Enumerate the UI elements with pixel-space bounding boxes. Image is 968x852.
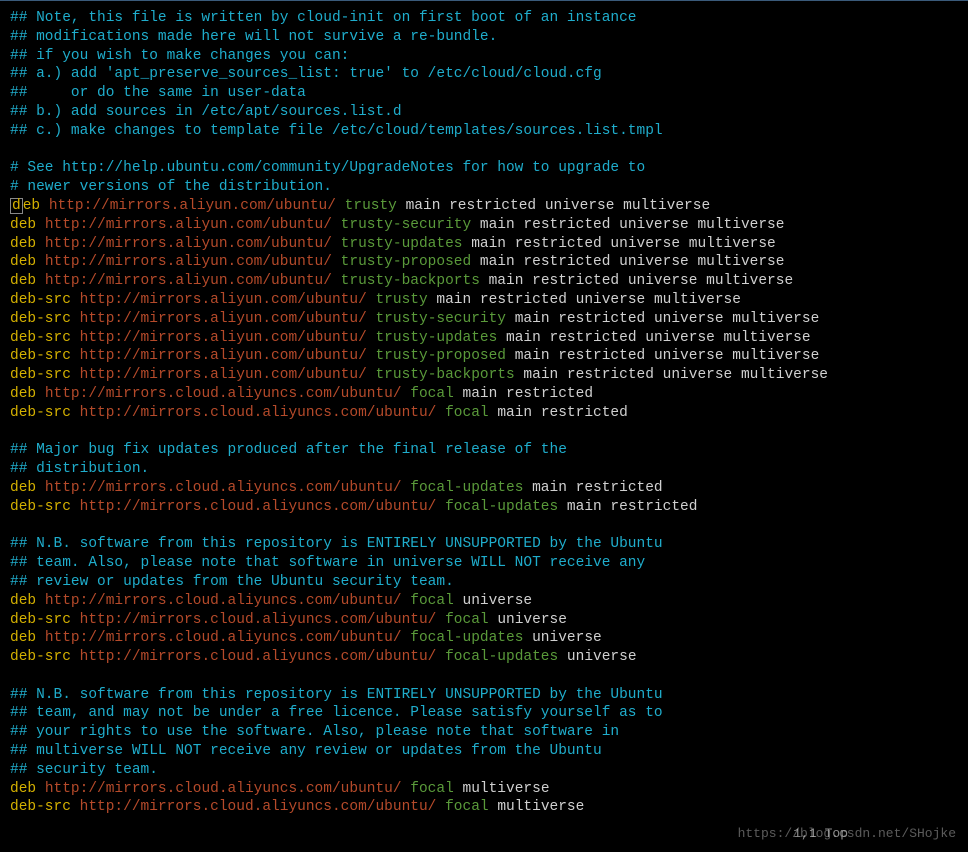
- comment-line: ## multiverse WILL NOT receive any revie…: [10, 742, 958, 761]
- comment-line: ## team. Also, please note that software…: [10, 554, 958, 573]
- watermark: https://blog.csdn.net/SHojke: [738, 825, 956, 844]
- comment-line: ## your rights to use the software. Also…: [10, 723, 958, 742]
- comment-line: ## b.) add sources in /etc/apt/sources.l…: [10, 103, 958, 122]
- comment-line: # newer versions of the distribution.: [10, 178, 958, 197]
- apt-source-line: deb http://mirrors.cloud.aliyuncs.com/ub…: [10, 780, 958, 799]
- comment-line: ## or do the same in user-data: [10, 84, 958, 103]
- apt-source-line: deb-src http://mirrors.cloud.aliyuncs.co…: [10, 611, 958, 630]
- cursor: d: [10, 198, 23, 214]
- comment-line: ## if you wish to make changes you can:: [10, 47, 958, 66]
- blank-line: [10, 423, 958, 442]
- apt-source-line: deb-src http://mirrors.cloud.aliyuncs.co…: [10, 498, 958, 517]
- comment-line: ## review or updates from the Ubuntu sec…: [10, 573, 958, 592]
- editor-content[interactable]: ## Note, this file is written by cloud-i…: [10, 9, 958, 817]
- blank-line: [10, 141, 958, 160]
- comment-line: ## security team.: [10, 761, 958, 780]
- comment-line: ## N.B. software from this repository is…: [10, 686, 958, 705]
- apt-source-line: deb http://mirrors.cloud.aliyuncs.com/ub…: [10, 629, 958, 648]
- apt-source-line: deb-src http://mirrors.aliyun.com/ubuntu…: [10, 329, 958, 348]
- apt-source-line: deb http://mirrors.cloud.aliyuncs.com/ub…: [10, 592, 958, 611]
- apt-source-line: deb-src http://mirrors.aliyun.com/ubuntu…: [10, 310, 958, 329]
- apt-source-line: deb http://mirrors.aliyun.com/ubuntu/ tr…: [10, 197, 958, 216]
- apt-source-line: deb http://mirrors.cloud.aliyuncs.com/ub…: [10, 385, 958, 404]
- apt-source-line: deb-src http://mirrors.cloud.aliyuncs.co…: [10, 798, 958, 817]
- apt-source-line: deb-src http://mirrors.cloud.aliyuncs.co…: [10, 648, 958, 667]
- apt-source-line: deb http://mirrors.aliyun.com/ubuntu/ tr…: [10, 216, 958, 235]
- apt-source-line: deb http://mirrors.cloud.aliyuncs.com/ub…: [10, 479, 958, 498]
- comment-line: ## Major bug fix updates produced after …: [10, 441, 958, 460]
- comment-line: ## team, and may not be under a free lic…: [10, 704, 958, 723]
- comment-line: ## Note, this file is written by cloud-i…: [10, 9, 958, 28]
- comment-line: ## modifications made here will not surv…: [10, 28, 958, 47]
- comment-line: # See http://help.ubuntu.com/community/U…: [10, 159, 958, 178]
- apt-source-line: deb http://mirrors.aliyun.com/ubuntu/ tr…: [10, 272, 958, 291]
- comment-line: ## a.) add 'apt_preserve_sources_list: t…: [10, 65, 958, 84]
- apt-source-line: deb-src http://mirrors.aliyun.com/ubuntu…: [10, 366, 958, 385]
- comment-line: ## N.B. software from this repository is…: [10, 535, 958, 554]
- comment-line: ## c.) make changes to template file /et…: [10, 122, 958, 141]
- comment-line: ## distribution.: [10, 460, 958, 479]
- blank-line: [10, 517, 958, 536]
- apt-source-line: deb http://mirrors.aliyun.com/ubuntu/ tr…: [10, 253, 958, 272]
- blank-line: [10, 667, 958, 686]
- apt-source-line: deb-src http://mirrors.aliyun.com/ubuntu…: [10, 347, 958, 366]
- apt-source-line: deb http://mirrors.aliyun.com/ubuntu/ tr…: [10, 235, 958, 254]
- apt-source-line: deb-src http://mirrors.aliyun.com/ubuntu…: [10, 291, 958, 310]
- apt-source-line: deb-src http://mirrors.cloud.aliyuncs.co…: [10, 404, 958, 423]
